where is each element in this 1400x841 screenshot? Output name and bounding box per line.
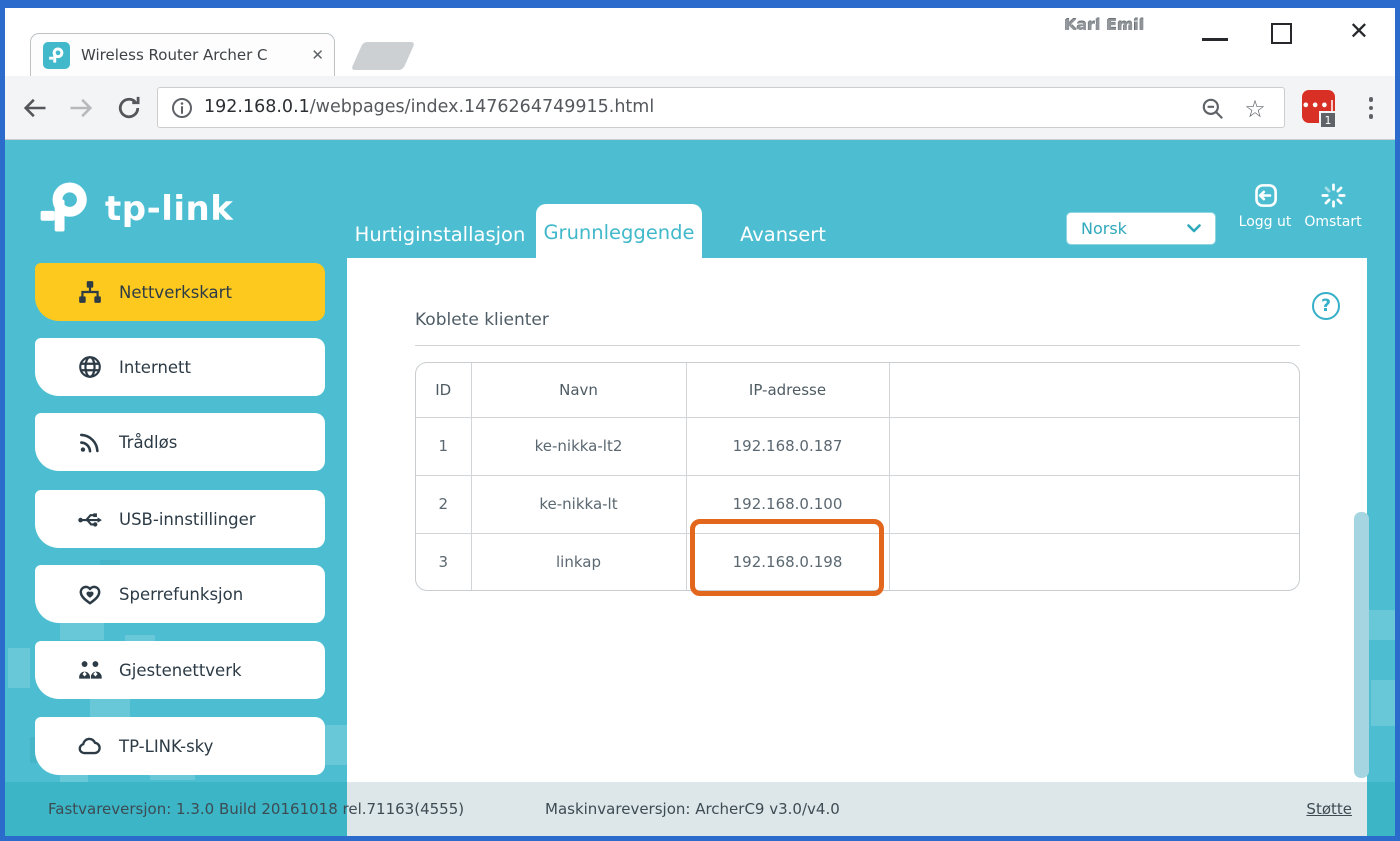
cell-ip: 192.168.0.187 <box>686 417 889 475</box>
tp-link-logo-mark-icon <box>35 178 95 240</box>
sidebar-item-tp-link-sky[interactable]: TP-LINK-sky <box>35 717 325 775</box>
url-path: /webpages/index.1476264749915.html <box>310 97 654 117</box>
forward-icon <box>67 94 95 122</box>
sidebar-item-sperrefunksjon[interactable]: Sperrefunksjon <box>35 565 325 623</box>
table-row: 1 ke-nikka-lt2 192.168.0.187 <box>416 417 1300 475</box>
divider <box>415 345 1300 346</box>
sidebar-item-nettverkskart[interactable]: Nettverkskart <box>35 263 325 321</box>
chevron-down-icon <box>1187 224 1201 233</box>
bookmark-star-icon[interactable]: ☆ <box>1242 96 1268 122</box>
sidebar-item-tradlos[interactable]: Trådløs <box>35 413 325 471</box>
logout-label: Logg ut <box>1239 214 1292 230</box>
logout-icon <box>1252 182 1279 209</box>
tab-grunnleggende[interactable]: Grunnleggende <box>536 204 702 260</box>
support-link[interactable]: Støtte <box>1306 782 1352 836</box>
column-header-ip-adresse: IP-adresse <box>686 363 889 417</box>
globe-icon <box>77 354 103 380</box>
language-value: Norsk <box>1081 219 1187 238</box>
cell-id: 2 <box>416 475 471 533</box>
extension-badge: 1 <box>1319 111 1337 129</box>
restart-spinner-icon <box>1320 182 1347 209</box>
sidebar-item-label: USB-innstillinger <box>119 510 256 529</box>
column-header-navn: Navn <box>471 363 686 417</box>
sidebar-item-label: Sperrefunksjon <box>119 585 243 604</box>
language-select[interactable]: Norsk <box>1066 212 1216 245</box>
window-maximize-button[interactable] <box>1271 23 1292 44</box>
tab-close-icon[interactable]: ✕ <box>311 46 324 64</box>
tab-hurtiginstallasjon[interactable]: Hurtiginstallasjon <box>340 218 540 250</box>
column-header-id: ID <box>416 363 471 417</box>
tp-link-favicon-icon <box>43 42 70 69</box>
cell-empty <box>889 475 1300 533</box>
browser-tab[interactable]: Wireless Router Archer C ✕ <box>30 33 335 77</box>
network-map-icon <box>77 279 103 305</box>
usb-icon <box>77 506 103 532</box>
tp-link-logo-text: tp-link <box>105 189 233 229</box>
parental-heart-icon <box>77 581 103 607</box>
cloud-icon <box>77 733 103 759</box>
url-domain: 192.168.0.1 <box>204 97 310 117</box>
cell-empty <box>889 417 1300 475</box>
sidebar-item-label: Nettverkskart <box>119 283 232 302</box>
tp-link-logo[interactable]: tp-link <box>35 176 255 242</box>
cell-navn: ke-nikka-lt2 <box>471 417 686 475</box>
tab-avansert[interactable]: Avansert <box>728 218 838 250</box>
browser-profile-name[interactable]: Karl Emil <box>1065 16 1145 34</box>
window-close-button[interactable]: ✕ <box>1349 18 1369 44</box>
table-header-row: ID Navn IP-adresse <box>416 363 1300 417</box>
cell-id: 3 <box>416 533 471 591</box>
sidebar-item-label: Gjestenettverk <box>119 661 242 680</box>
titlebar: Wireless Router Archer C ✕ Karl Emil ✕ <box>5 8 1395 76</box>
extension-glyph: •••| <box>1302 102 1336 112</box>
footer-right-band <box>1367 782 1395 836</box>
help-icon[interactable]: ? <box>1312 292 1340 320</box>
cell-id: 1 <box>416 417 471 475</box>
cell-navn: linkap <box>471 533 686 591</box>
browser-window: Wireless Router Archer C ✕ Karl Emil ✕ <box>0 0 1400 841</box>
cell-empty <box>889 533 1300 591</box>
footer: Fastvareversjon: 1.3.0 Build 20161018 re… <box>5 782 1395 836</box>
firmware-version: Fastvareversjon: 1.3.0 Build 20161018 re… <box>48 782 464 836</box>
cell-ip: 192.168.0.100 <box>686 475 889 533</box>
sidebar-item-label: Trådløs <box>119 433 177 452</box>
url-text[interactable]: 192.168.0.1/webpages/index.1476264749915… <box>204 97 654 117</box>
connected-clients-table: ID Navn IP-adresse 1 ke-nikka-lt2 192.16… <box>415 362 1300 591</box>
browser-toolbar: 192.168.0.1/webpages/index.1476264749915… <box>5 76 1395 140</box>
cell-ip: 192.168.0.198 <box>686 533 889 591</box>
sidebar-item-label: TP-LINK-sky <box>119 737 213 756</box>
pattern-square <box>8 648 30 688</box>
footer-gray-band <box>347 782 1367 836</box>
zoom-out-icon[interactable] <box>1200 96 1226 122</box>
tab-title: Wireless Router Archer C <box>81 46 297 64</box>
sidebar-item-gjestenettverk[interactable]: Gjestenettverk <box>35 641 325 699</box>
hardware-version: Maskinvareversjon: ArcherC9 v3.0/v4.0 <box>545 782 840 836</box>
guests-icon <box>77 657 103 683</box>
restart-button[interactable]: Omstart <box>1295 182 1371 230</box>
sidebar-item-usb-innstillinger[interactable]: USB-innstillinger <box>35 490 325 548</box>
wifi-icon <box>77 429 103 455</box>
content-panel: Koblete klienter ? ID Navn IP-adresse 1 … <box>347 258 1367 782</box>
sidebar-item-label: Internett <box>119 358 191 377</box>
reload-icon[interactable] <box>115 94 143 122</box>
page-info-icon[interactable] <box>170 96 194 120</box>
window-minimize-button[interactable] <box>1202 38 1228 41</box>
logout-button[interactable]: Logg ut <box>1227 182 1303 230</box>
table-row: 3 linkap 192.168.0.198 <box>416 533 1300 591</box>
table-row: 2 ke-nikka-lt 192.168.0.100 <box>416 475 1300 533</box>
column-header-empty <box>889 363 1300 417</box>
page-scrollbar-thumb[interactable] <box>1354 512 1369 778</box>
browser-menu-icon[interactable] <box>1357 92 1385 124</box>
new-tab-button[interactable] <box>351 42 415 70</box>
cell-navn: ke-nikka-lt <box>471 475 686 533</box>
address-bar[interactable]: 192.168.0.1/webpages/index.1476264749915… <box>157 87 1285 128</box>
back-icon[interactable] <box>21 94 49 122</box>
router-admin-page: tp-link Hurtiginstallasjon Grunnleggende… <box>5 140 1395 836</box>
extension-icon[interactable]: •••| 1 <box>1302 90 1335 123</box>
sidebar-item-internett[interactable]: Internett <box>35 338 325 396</box>
page-title: Koblete klienter <box>415 310 549 330</box>
pattern-square <box>1371 680 1395 726</box>
restart-label: Omstart <box>1304 214 1361 230</box>
